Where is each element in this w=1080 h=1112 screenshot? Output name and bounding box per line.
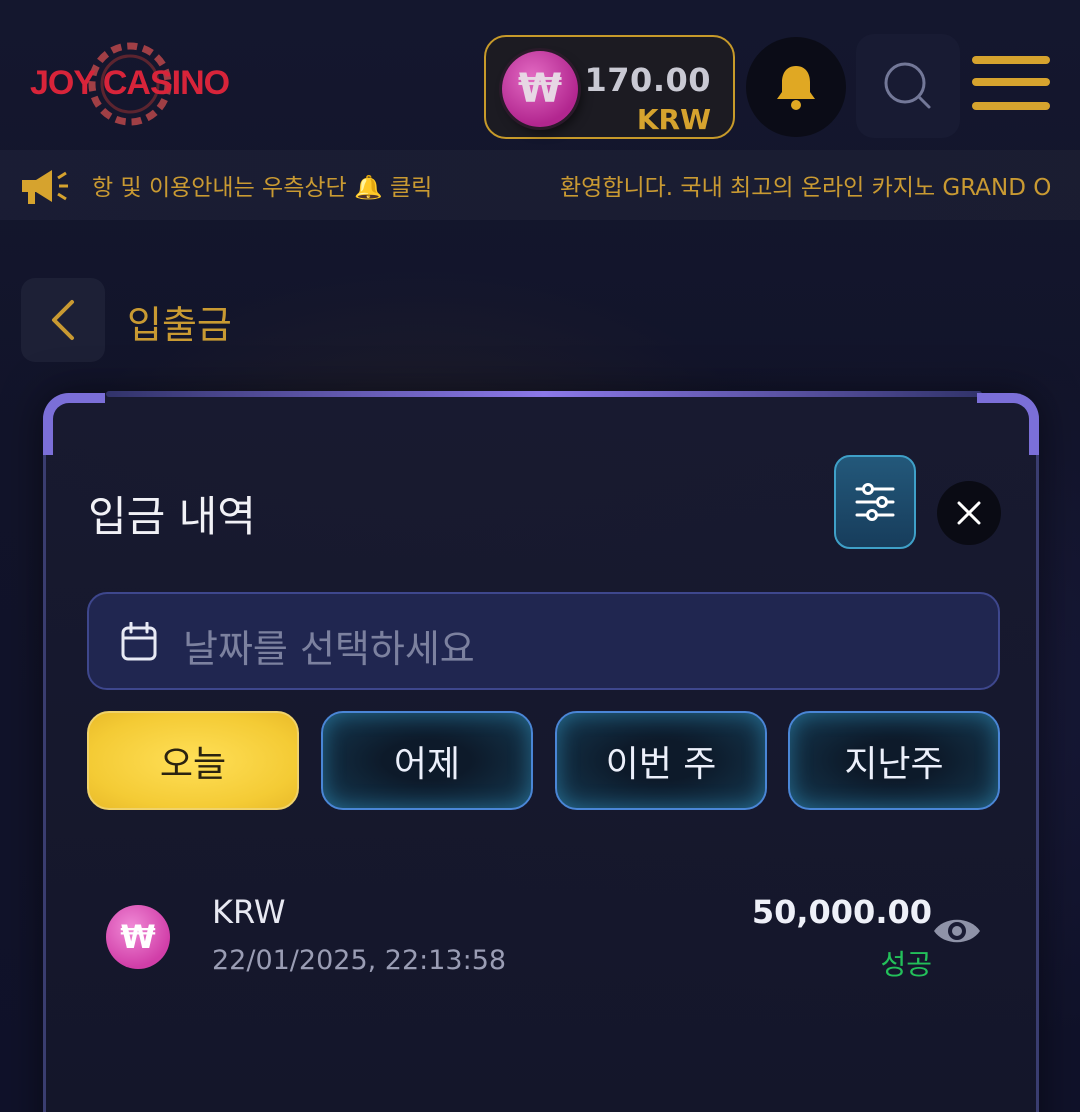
modal-title: 입금 내역 — [88, 492, 256, 541]
page-title: 입출금 — [127, 303, 232, 347]
won-coin-icon: ₩ — [106, 905, 170, 969]
card-corner-decoration — [977, 393, 1039, 455]
date-placeholder: 날짜를 선택하세요 — [183, 627, 475, 671]
joy-casino-logo[interactable]: JOY CASINO — [30, 42, 230, 126]
menu-line — [972, 102, 1050, 110]
period-yesterday-button[interactable]: 어제 — [321, 711, 533, 810]
date-picker-input[interactable]: 날짜를 선택하세요 — [87, 592, 1000, 690]
period-this-week-button[interactable]: 이번 주 — [555, 711, 767, 810]
balance-currency: KRW — [636, 103, 711, 136]
eye-icon[interactable] — [932, 913, 982, 949]
period-today-button[interactable]: 오늘 — [87, 711, 299, 810]
top-header: JOY CASINO ₩ 170.00 KRW — [0, 0, 1080, 150]
transaction-currency: KRW — [212, 893, 286, 931]
chevron-left-icon — [52, 300, 74, 340]
notifications-button[interactable] — [746, 37, 846, 137]
deposit-history-modal: 입금 내역 날짜를 선택하세요 오늘 어제 이번 주 지난주 ₩ KRW 22/… — [43, 391, 1039, 1112]
close-icon — [957, 501, 981, 525]
logo-text: JOY CASINO — [30, 64, 230, 102]
card-top-glow — [106, 391, 982, 397]
wallet-balance[interactable]: ₩ 170.00 KRW — [484, 35, 735, 139]
won-coin-icon: ₩ — [502, 51, 578, 127]
transaction-datetime: 22/01/2025, 22:13:58 — [212, 945, 507, 976]
hamburger-menu-button[interactable] — [972, 56, 1052, 116]
sliders-icon — [855, 483, 895, 521]
transaction-amount: 50,000.00 — [751, 893, 932, 931]
filter-button[interactable] — [834, 455, 916, 549]
announcement-ticker[interactable]: 항 및 이용안내는 우측상단 🔔 클릭 환영합니다. 국내 최고의 온라인 카지… — [0, 150, 1080, 220]
back-button[interactable] — [21, 278, 105, 362]
close-button[interactable] — [937, 481, 1001, 545]
transaction-status: 성공 — [880, 948, 932, 981]
period-last-week-button[interactable]: 지난주 — [788, 711, 1000, 810]
megaphone-icon — [22, 170, 68, 204]
balance-amount: 170.00 — [584, 61, 711, 99]
menu-line — [972, 56, 1050, 64]
search-button[interactable] — [856, 34, 960, 138]
search-icon — [884, 62, 931, 109]
menu-line — [972, 78, 1050, 86]
transaction-row: ₩ KRW 22/01/2025, 22:13:58 50,000.00 성공 — [106, 893, 986, 993]
ticker-message: 항 및 이용안내는 우측상단 🔔 클릭 — [92, 175, 433, 201]
bell-icon — [777, 66, 815, 110]
card-corner-decoration — [43, 393, 105, 455]
calendar-icon — [121, 622, 157, 661]
ticker-message: 환영합니다. 국내 최고의 온라인 카지노 GRAND O — [560, 175, 1052, 201]
